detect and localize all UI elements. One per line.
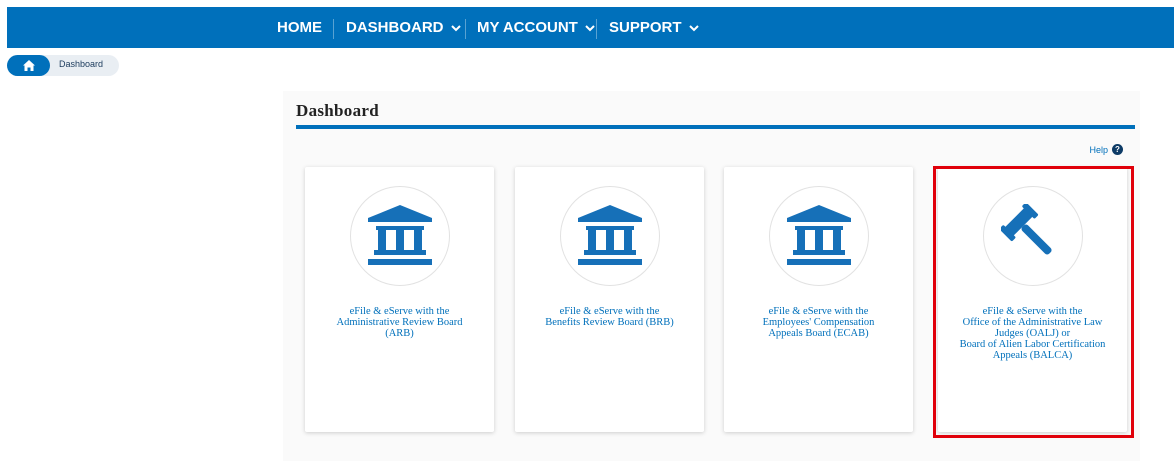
nav-support[interactable]: SUPPORT: [609, 7, 700, 48]
card-text-line: eFile & eServe with the: [982, 306, 1083, 317]
nav-home-label: HOME: [277, 19, 322, 36]
nav-dashboard-label: DASHBOARD: [346, 19, 444, 36]
courthouse-icon: [368, 205, 432, 265]
card-text-line: Office of the Administrative Law: [962, 317, 1103, 328]
nav-dashboard[interactable]: DASHBOARD: [346, 7, 462, 48]
card-text-line: Appeals Board (ECAB): [768, 328, 869, 339]
card-arb-text: eFile & eServe with the Administrative R…: [313, 306, 486, 339]
card-oalj-balca[interactable]: eFile & eServe with the Office of the Ad…: [938, 167, 1127, 432]
nav-home[interactable]: HOME: [277, 7, 322, 48]
card-text-line: (ARB): [385, 328, 414, 339]
courthouse-icon-circle: [560, 186, 660, 286]
chevron-down-icon: [450, 24, 461, 31]
help-link[interactable]: Help ?: [1089, 144, 1123, 155]
card-ecab-text: eFile & eServe with the Employees' Compe…: [732, 306, 905, 339]
card-text-line: Administrative Review Board: [336, 317, 463, 328]
home-icon: [22, 60, 35, 71]
card-text-line: Appeals (BALCA): [992, 350, 1073, 361]
breadcrumb: Dashboard: [7, 55, 119, 76]
nav-support-label: SUPPORT: [609, 19, 682, 36]
nav-my-account[interactable]: MY ACCOUNT: [477, 7, 596, 48]
chevron-down-icon: [585, 24, 595, 31]
card-brb-text: eFile & eServe with the Benefits Review …: [523, 306, 696, 328]
title-divider: [296, 125, 1135, 129]
gavel-icon-circle: [983, 186, 1083, 286]
card-text-line: Board of Alien Labor Certification: [959, 339, 1106, 350]
dashboard-panel: Dashboard Help ? eFile & eServe with the…: [283, 91, 1140, 461]
page-title: Dashboard: [296, 101, 380, 120]
top-navigation-bar: HOME DASHBOARD MY ACCOUNT SUPPORT: [7, 7, 1174, 48]
card-text-line: eFile & eServe with the: [349, 306, 450, 317]
courthouse-icon: [787, 205, 851, 265]
nav-divider: [465, 19, 466, 39]
card-text-line: Judges (OALJ) or: [994, 328, 1071, 339]
courthouse-icon: [578, 205, 642, 265]
help-label: Help: [1089, 144, 1108, 155]
card-text-line: eFile & eServe with the: [559, 306, 660, 317]
card-ecab[interactable]: eFile & eServe with the Employees' Compe…: [724, 167, 913, 432]
breadcrumb-home-button[interactable]: [7, 55, 50, 76]
card-text-line: Benefits Review Board (BRB): [545, 317, 674, 328]
card-text-line: Employees' Compensation: [762, 317, 875, 328]
nav-divider: [596, 19, 597, 39]
question-circle-icon: ?: [1112, 144, 1123, 155]
card-oalj-balca-text: eFile & eServe with the Office of the Ad…: [946, 306, 1119, 361]
courthouse-icon-circle: [350, 186, 450, 286]
gavel-icon: [1001, 204, 1052, 255]
card-text-line: eFile & eServe with the: [768, 306, 869, 317]
card-brb[interactable]: eFile & eServe with the Benefits Review …: [515, 167, 704, 432]
card-arb[interactable]: eFile & eServe with the Administrative R…: [305, 167, 494, 432]
nav-divider: [333, 19, 334, 39]
nav-my-account-label: MY ACCOUNT: [477, 19, 578, 36]
courthouse-icon-circle: [769, 186, 869, 286]
breadcrumb-current: Dashboard: [59, 59, 104, 69]
chevron-down-icon: [688, 24, 699, 31]
